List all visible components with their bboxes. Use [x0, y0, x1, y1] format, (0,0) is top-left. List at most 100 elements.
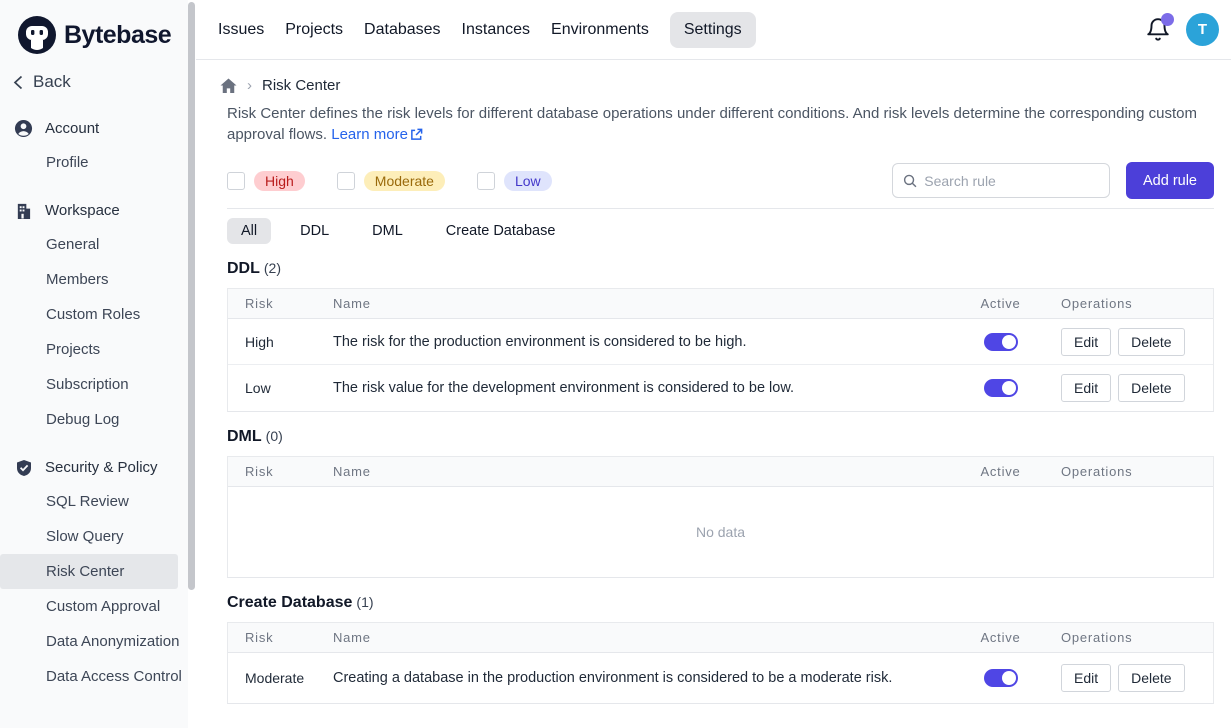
delete-button[interactable]: Delete: [1118, 328, 1184, 356]
edit-button[interactable]: Edit: [1061, 374, 1111, 402]
group-label: Account: [45, 120, 99, 137]
sidebar-item-general[interactable]: General: [0, 227, 188, 262]
active-toggle[interactable]: [984, 379, 1018, 397]
toggle-knob: [1002, 335, 1016, 349]
building-icon: [14, 201, 33, 220]
main-area: Issues Projects Databases Instances Envi…: [196, 0, 1231, 728]
col-active: Active: [948, 464, 1053, 479]
search-box: [892, 163, 1110, 198]
empty-state: No data: [228, 487, 1213, 577]
sidebar-item-subscription[interactable]: Subscription: [0, 367, 188, 402]
sidebar-item-profile[interactable]: Profile: [0, 145, 188, 180]
edit-button[interactable]: Edit: [1061, 328, 1111, 356]
sidebar-item-debug-log[interactable]: Debug Log: [0, 402, 188, 437]
sidebar-item-sql-review[interactable]: SQL Review: [0, 484, 188, 519]
moderate-checkbox[interactable]: [337, 172, 355, 190]
high-badge: High: [254, 171, 305, 191]
nav-item-instances[interactable]: Instances: [462, 12, 530, 48]
active-toggle[interactable]: [984, 333, 1018, 351]
table-header: Risk Name Active Operations: [228, 457, 1213, 487]
shield-check-icon: [14, 458, 33, 477]
delete-button[interactable]: Delete: [1118, 664, 1184, 692]
back-button[interactable]: Back: [0, 58, 188, 98]
search-icon: [903, 173, 917, 189]
risk-level-filter-moderate: Moderate: [337, 171, 445, 191]
back-label: Back: [33, 72, 71, 92]
learn-more-link[interactable]: Learn more: [331, 126, 423, 143]
nav-item-databases[interactable]: Databases: [364, 12, 441, 48]
notification-bell-button[interactable]: [1145, 17, 1171, 43]
sidebar-item-members[interactable]: Members: [0, 262, 188, 297]
table-row: High The risk for the production environ…: [228, 319, 1213, 365]
edit-button[interactable]: Edit: [1061, 664, 1111, 692]
risk-cell: Low: [228, 380, 316, 396]
sidebar-item-projects[interactable]: Projects: [0, 332, 188, 367]
col-operations: Operations: [1053, 630, 1213, 645]
rule-name: The risk value for the development envir…: [316, 380, 948, 396]
col-name: Name: [316, 464, 948, 479]
sidebar-scrollbar[interactable]: [188, 0, 196, 728]
section-title-ddl: DDL(2): [227, 260, 1214, 278]
notification-dot: [1161, 13, 1174, 26]
top-navigation: Issues Projects Databases Instances Envi…: [196, 0, 1231, 60]
search-input[interactable]: [924, 173, 1099, 189]
filter-right: Add rule: [892, 162, 1214, 199]
tab-create-database[interactable]: Create Database: [432, 218, 570, 244]
nav-item-issues[interactable]: Issues: [218, 12, 264, 48]
high-checkbox[interactable]: [227, 172, 245, 190]
table-header: Risk Name Active Operations: [228, 289, 1213, 319]
sidebar-item-risk-center[interactable]: Risk Center: [0, 554, 178, 589]
add-rule-button[interactable]: Add rule: [1126, 162, 1214, 199]
bytebase-logo[interactable]: Bytebase: [0, 12, 188, 58]
home-icon[interactable]: [220, 78, 237, 94]
page-description: Risk Center defines the risk levels for …: [227, 103, 1214, 145]
low-badge: Low: [504, 171, 552, 191]
create-database-table: Risk Name Active Operations Moderate Cre…: [227, 622, 1214, 704]
col-name: Name: [316, 630, 948, 645]
category-tabs: All DDL DML Create Database: [227, 218, 1214, 244]
table-row: Moderate Creating a database in the prod…: [228, 653, 1213, 703]
divider: [227, 208, 1214, 209]
filter-toolbar: High Moderate Low Add rule: [227, 162, 1214, 199]
active-toggle[interactable]: [984, 669, 1018, 687]
tab-dml[interactable]: DML: [358, 218, 417, 244]
chevron-right-icon: ›: [247, 77, 252, 94]
breadcrumb: › Risk Center: [220, 77, 1214, 94]
table-row: Low The risk value for the development e…: [228, 365, 1213, 411]
sidebar-group-header: Account: [0, 112, 188, 145]
delete-button[interactable]: Delete: [1118, 374, 1184, 402]
nav-item-settings[interactable]: Settings: [670, 12, 756, 48]
col-risk: Risk: [228, 464, 316, 479]
risk-level-filter-high: High: [227, 171, 305, 191]
avatar[interactable]: T: [1186, 13, 1219, 46]
section-title-dml: DML(0): [227, 428, 1214, 446]
app-window: Bytebase Back Account Profile Workspace …: [0, 0, 1231, 728]
logo-text: Bytebase: [64, 21, 171, 50]
risk-cell: High: [228, 334, 316, 350]
tab-all[interactable]: All: [227, 218, 271, 244]
low-checkbox[interactable]: [477, 172, 495, 190]
toggle-knob: [1002, 381, 1016, 395]
sidebar-item-custom-roles[interactable]: Custom Roles: [0, 297, 188, 332]
sidebar-item-custom-approval[interactable]: Custom Approval: [0, 589, 188, 624]
col-active: Active: [948, 296, 1053, 311]
section-title-create-database: Create Database(1): [227, 594, 1214, 612]
rule-name: Creating a database in the production en…: [316, 670, 948, 686]
risk-cell: Moderate: [228, 670, 316, 686]
sidebar-group-account: Account Profile: [0, 112, 188, 180]
breadcrumb-page: Risk Center: [262, 77, 340, 94]
settings-sidebar: Bytebase Back Account Profile Workspace …: [0, 0, 188, 728]
col-active: Active: [948, 630, 1053, 645]
nav-item-environments[interactable]: Environments: [551, 12, 649, 48]
tab-ddl[interactable]: DDL: [286, 218, 343, 244]
toggle-knob: [1002, 671, 1016, 685]
sidebar-item-slow-query[interactable]: Slow Query: [0, 519, 188, 554]
user-icon: [14, 119, 33, 138]
sidebar-item-data-access-control[interactable]: Data Access Control: [0, 659, 188, 694]
sidebar-item-data-anonymization[interactable]: Data Anonymization: [0, 624, 188, 659]
scrollbar-thumb[interactable]: [188, 2, 195, 590]
col-operations: Operations: [1053, 296, 1213, 311]
nav-item-projects[interactable]: Projects: [285, 12, 343, 48]
nav-right: T: [1145, 13, 1219, 46]
risk-level-filter-low: Low: [477, 171, 552, 191]
